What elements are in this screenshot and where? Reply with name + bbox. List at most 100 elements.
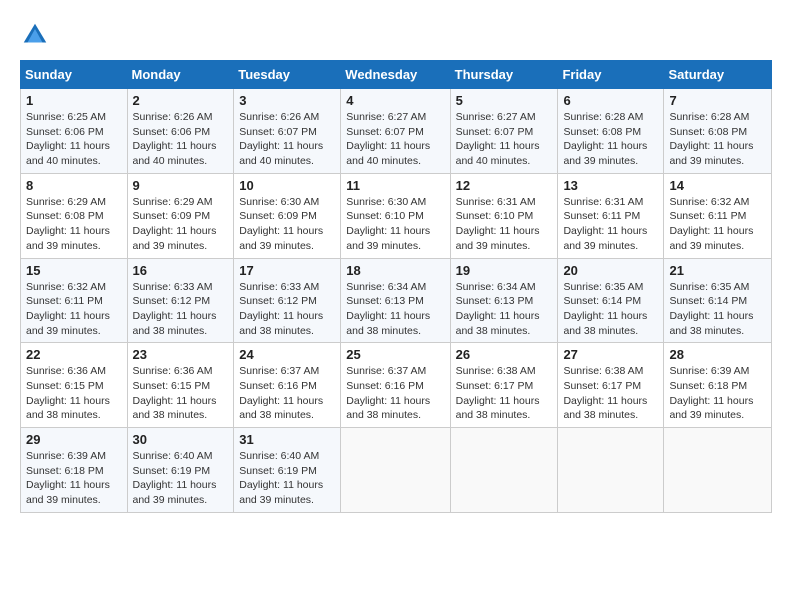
- calendar-cell: 25 Sunrise: 6:37 AM Sunset: 6:16 PM Dayl…: [341, 343, 450, 428]
- sunrise-label: Sunrise: 6:28 AM: [563, 111, 643, 123]
- day-info: Sunrise: 6:40 AM Sunset: 6:19 PM Dayligh…: [133, 449, 229, 508]
- day-info: Sunrise: 6:29 AM Sunset: 6:09 PM Dayligh…: [133, 195, 229, 254]
- day-number: 19: [456, 263, 553, 278]
- calendar-cell: 5 Sunrise: 6:27 AM Sunset: 6:07 PM Dayli…: [450, 89, 558, 174]
- day-number: 5: [456, 93, 553, 108]
- day-number: 24: [239, 347, 335, 362]
- day-number: 28: [669, 347, 766, 362]
- sunrise-label: Sunrise: 6:31 AM: [456, 196, 536, 208]
- calendar-cell: 31 Sunrise: 6:40 AM Sunset: 6:19 PM Dayl…: [234, 428, 341, 513]
- sunset-label: Sunset: 6:16 PM: [239, 380, 317, 392]
- sunrise-label: Sunrise: 6:25 AM: [26, 111, 106, 123]
- sunrise-label: Sunrise: 6:33 AM: [133, 281, 213, 293]
- day-info: Sunrise: 6:31 AM Sunset: 6:10 PM Dayligh…: [456, 195, 553, 254]
- day-number: 29: [26, 432, 122, 447]
- sunset-label: Sunset: 6:11 PM: [26, 295, 103, 307]
- sunset-label: Sunset: 6:09 PM: [133, 210, 211, 222]
- calendar-cell: [341, 428, 450, 513]
- daylight-label: Daylight: 11 hours and 40 minutes.: [26, 140, 110, 167]
- calendar-cell: 6 Sunrise: 6:28 AM Sunset: 6:08 PM Dayli…: [558, 89, 664, 174]
- day-number: 25: [346, 347, 444, 362]
- day-info: Sunrise: 6:35 AM Sunset: 6:14 PM Dayligh…: [563, 280, 658, 339]
- calendar-cell: 18 Sunrise: 6:34 AM Sunset: 6:13 PM Dayl…: [341, 258, 450, 343]
- calendar-cell: 14 Sunrise: 6:32 AM Sunset: 6:11 PM Dayl…: [664, 173, 772, 258]
- sunrise-label: Sunrise: 6:36 AM: [133, 365, 213, 377]
- sunrise-label: Sunrise: 6:30 AM: [239, 196, 319, 208]
- daylight-label: Daylight: 11 hours and 38 minutes.: [669, 310, 753, 337]
- day-header-thursday: Thursday: [450, 61, 558, 89]
- sunset-label: Sunset: 6:19 PM: [239, 465, 317, 477]
- daylight-label: Daylight: 11 hours and 39 minutes.: [239, 225, 323, 252]
- day-number: 20: [563, 263, 658, 278]
- calendar-cell: [558, 428, 664, 513]
- calendar-cell: 12 Sunrise: 6:31 AM Sunset: 6:10 PM Dayl…: [450, 173, 558, 258]
- day-info: Sunrise: 6:33 AM Sunset: 6:12 PM Dayligh…: [133, 280, 229, 339]
- calendar-cell: 2 Sunrise: 6:26 AM Sunset: 6:06 PM Dayli…: [127, 89, 234, 174]
- daylight-label: Daylight: 11 hours and 38 minutes.: [456, 310, 540, 337]
- calendar-header: SundayMondayTuesdayWednesdayThursdayFrid…: [21, 61, 772, 89]
- calendar-cell: 15 Sunrise: 6:32 AM Sunset: 6:11 PM Dayl…: [21, 258, 128, 343]
- calendar-cell: [450, 428, 558, 513]
- sunset-label: Sunset: 6:08 PM: [26, 210, 104, 222]
- daylight-label: Daylight: 11 hours and 38 minutes.: [26, 395, 110, 422]
- sunrise-label: Sunrise: 6:35 AM: [563, 281, 643, 293]
- sunrise-label: Sunrise: 6:37 AM: [346, 365, 426, 377]
- day-info: Sunrise: 6:36 AM Sunset: 6:15 PM Dayligh…: [26, 364, 122, 423]
- calendar-cell: 21 Sunrise: 6:35 AM Sunset: 6:14 PM Dayl…: [664, 258, 772, 343]
- page-header: [20, 20, 772, 50]
- sunrise-label: Sunrise: 6:40 AM: [239, 450, 319, 462]
- sunrise-label: Sunrise: 6:30 AM: [346, 196, 426, 208]
- calendar-cell: 4 Sunrise: 6:27 AM Sunset: 6:07 PM Dayli…: [341, 89, 450, 174]
- day-info: Sunrise: 6:28 AM Sunset: 6:08 PM Dayligh…: [563, 110, 658, 169]
- day-number: 4: [346, 93, 444, 108]
- calendar-cell: 29 Sunrise: 6:39 AM Sunset: 6:18 PM Dayl…: [21, 428, 128, 513]
- sunrise-label: Sunrise: 6:26 AM: [239, 111, 319, 123]
- sunrise-label: Sunrise: 6:32 AM: [26, 281, 106, 293]
- sunrise-label: Sunrise: 6:39 AM: [26, 450, 106, 462]
- calendar-cell: 20 Sunrise: 6:35 AM Sunset: 6:14 PM Dayl…: [558, 258, 664, 343]
- day-number: 7: [669, 93, 766, 108]
- daylight-label: Daylight: 11 hours and 39 minutes.: [669, 395, 753, 422]
- calendar-cell: 7 Sunrise: 6:28 AM Sunset: 6:08 PM Dayli…: [664, 89, 772, 174]
- sunrise-label: Sunrise: 6:37 AM: [239, 365, 319, 377]
- day-header-wednesday: Wednesday: [341, 61, 450, 89]
- calendar-cell: 9 Sunrise: 6:29 AM Sunset: 6:09 PM Dayli…: [127, 173, 234, 258]
- daylight-label: Daylight: 11 hours and 39 minutes.: [669, 225, 753, 252]
- calendar-cell: 11 Sunrise: 6:30 AM Sunset: 6:10 PM Dayl…: [341, 173, 450, 258]
- day-number: 27: [563, 347, 658, 362]
- day-number: 2: [133, 93, 229, 108]
- calendar-cell: 27 Sunrise: 6:38 AM Sunset: 6:17 PM Dayl…: [558, 343, 664, 428]
- day-info: Sunrise: 6:25 AM Sunset: 6:06 PM Dayligh…: [26, 110, 122, 169]
- day-info: Sunrise: 6:26 AM Sunset: 6:06 PM Dayligh…: [133, 110, 229, 169]
- sunset-label: Sunset: 6:15 PM: [26, 380, 104, 392]
- sunset-label: Sunset: 6:14 PM: [669, 295, 747, 307]
- day-info: Sunrise: 6:28 AM Sunset: 6:08 PM Dayligh…: [669, 110, 766, 169]
- daylight-label: Daylight: 11 hours and 38 minutes.: [563, 395, 647, 422]
- logo-icon: [20, 20, 50, 50]
- day-info: Sunrise: 6:35 AM Sunset: 6:14 PM Dayligh…: [669, 280, 766, 339]
- day-info: Sunrise: 6:31 AM Sunset: 6:11 PM Dayligh…: [563, 195, 658, 254]
- day-number: 16: [133, 263, 229, 278]
- daylight-label: Daylight: 11 hours and 39 minutes.: [563, 140, 647, 167]
- sunset-label: Sunset: 6:13 PM: [456, 295, 534, 307]
- sunrise-label: Sunrise: 6:35 AM: [669, 281, 749, 293]
- sunrise-label: Sunrise: 6:27 AM: [346, 111, 426, 123]
- day-number: 18: [346, 263, 444, 278]
- sunrise-label: Sunrise: 6:34 AM: [456, 281, 536, 293]
- sunrise-label: Sunrise: 6:38 AM: [563, 365, 643, 377]
- daylight-label: Daylight: 11 hours and 39 minutes.: [456, 225, 540, 252]
- sunrise-label: Sunrise: 6:29 AM: [133, 196, 213, 208]
- calendar-cell: 28 Sunrise: 6:39 AM Sunset: 6:18 PM Dayl…: [664, 343, 772, 428]
- daylight-label: Daylight: 11 hours and 39 minutes.: [133, 225, 217, 252]
- day-header-saturday: Saturday: [664, 61, 772, 89]
- calendar-cell: 10 Sunrise: 6:30 AM Sunset: 6:09 PM Dayl…: [234, 173, 341, 258]
- sunrise-label: Sunrise: 6:26 AM: [133, 111, 213, 123]
- calendar-cell: 3 Sunrise: 6:26 AM Sunset: 6:07 PM Dayli…: [234, 89, 341, 174]
- sunrise-label: Sunrise: 6:39 AM: [669, 365, 749, 377]
- calendar-body: 1 Sunrise: 6:25 AM Sunset: 6:06 PM Dayli…: [21, 89, 772, 513]
- sunset-label: Sunset: 6:10 PM: [456, 210, 534, 222]
- sunrise-label: Sunrise: 6:38 AM: [456, 365, 536, 377]
- sunset-label: Sunset: 6:08 PM: [563, 126, 641, 138]
- daylight-label: Daylight: 11 hours and 40 minutes.: [239, 140, 323, 167]
- daylight-label: Daylight: 11 hours and 39 minutes.: [346, 225, 430, 252]
